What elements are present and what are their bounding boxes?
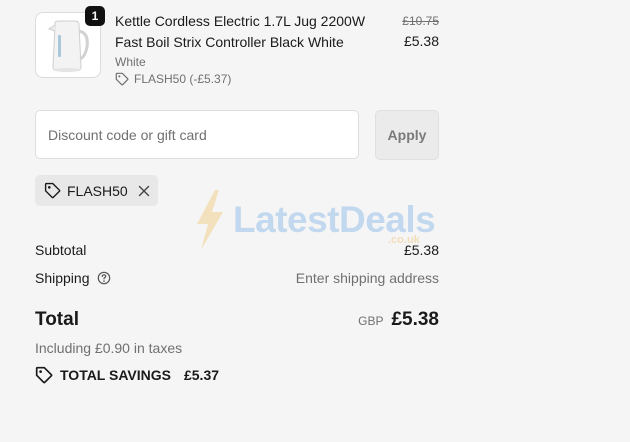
currency-code: GBP xyxy=(358,314,384,328)
total-row: Total GBP £5.38 xyxy=(35,309,439,331)
shipping-row: Shipping Enter shipping address xyxy=(35,270,439,286)
product-discount-label: FLASH50 (-£5.37) xyxy=(134,72,232,86)
product-title: Kettle Cordless Electric 1.7L Jug 2200W … xyxy=(115,13,366,50)
product-discount: FLASH50 (-£5.37) xyxy=(115,72,231,86)
shipping-label-group: Shipping xyxy=(35,270,111,286)
subtotal-value: £5.38 xyxy=(403,242,439,258)
product-variant: White xyxy=(115,55,146,69)
taxes-note: Including £0.90 in taxes xyxy=(35,340,183,356)
discount-code-input[interactable] xyxy=(35,110,359,159)
total-savings: TOTAL SAVINGS £5.37 xyxy=(35,366,219,384)
total-value: £5.38 xyxy=(391,309,439,330)
subtotal-row: Subtotal £5.38 xyxy=(35,242,439,258)
total-label: Total xyxy=(35,309,79,330)
sale-price: £5.38 xyxy=(403,33,439,49)
tag-icon xyxy=(35,366,53,384)
shipping-label: Shipping xyxy=(35,270,90,286)
watermark-logo: LatestDeals .co.uk xyxy=(193,190,436,250)
tag-icon xyxy=(44,182,61,199)
apply-button[interactable]: Apply xyxy=(375,110,439,160)
savings-value: £5.37 xyxy=(183,367,220,383)
help-icon[interactable] xyxy=(97,271,111,285)
quantity-badge: 1 xyxy=(85,6,105,26)
applied-discount-chip: FLASH50 xyxy=(35,175,158,206)
line-item: 1 Kettle Cordless Electric 1.7L Jug 2200… xyxy=(35,6,439,90)
subtotal-label: Subtotal xyxy=(35,242,87,258)
kettle-image xyxy=(47,20,89,72)
total-amount-group: GBP £5.38 xyxy=(358,309,439,331)
shipping-value: Enter shipping address xyxy=(295,270,439,286)
remove-discount-button[interactable] xyxy=(138,185,150,197)
applied-discount-code: FLASH50 xyxy=(67,182,128,199)
savings-label: TOTAL SAVINGS xyxy=(60,367,171,383)
lightning-bolt-icon xyxy=(197,190,223,250)
tag-icon xyxy=(115,72,129,86)
close-icon xyxy=(138,185,150,196)
original-price: £10.75 xyxy=(402,14,439,28)
